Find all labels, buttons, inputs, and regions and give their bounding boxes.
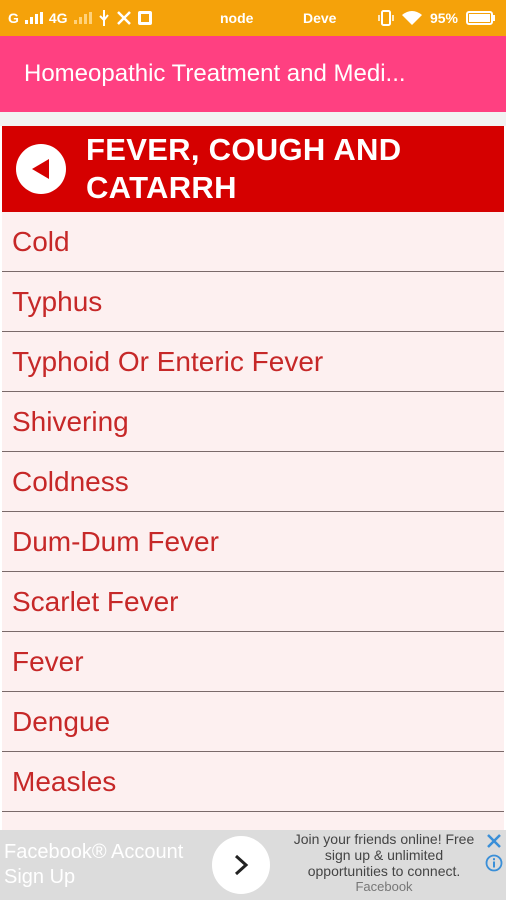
- list-item[interactable]: Typhoid Or Enteric Fever: [2, 332, 504, 392]
- vibrate-icon: [378, 10, 394, 26]
- mode-label: node: [220, 10, 254, 26]
- list-item-label: Measles: [12, 765, 117, 797]
- list-item-label: Cold: [12, 225, 70, 257]
- list-item[interactable]: Dum-Dum Fever: [2, 512, 504, 572]
- category-title: FEVER, COUGH AND CATARRH: [86, 132, 402, 205]
- status-bar: G 4G node Deve 95%: [0, 0, 506, 36]
- status-left: G 4G: [0, 10, 152, 26]
- ad-description[interactable]: Join your friends online! Free sign up &…: [284, 831, 484, 895]
- status-dev: Deve: [303, 0, 336, 36]
- list-item-label: Typhoid Or Enteric Fever: [12, 345, 324, 377]
- battery-percent: 95%: [429, 10, 458, 26]
- list-item-label: Dum-Dum Fever: [12, 525, 219, 557]
- status-mid: node: [220, 0, 253, 36]
- usb-icon: [98, 10, 110, 26]
- ad-headline-line1: Facebook® Account: [4, 841, 184, 863]
- battery-icon: [466, 11, 496, 25]
- list-item[interactable]: Fever: [2, 632, 504, 692]
- category-header: FEVER, COUGH AND CATARRH: [2, 126, 504, 212]
- status-right: 95%: [378, 0, 496, 36]
- list-item[interactable]: Coldness: [2, 452, 504, 512]
- list-item-label: Coldness: [12, 465, 129, 497]
- signal-icon: [24, 12, 43, 24]
- signal-weak-icon: [73, 12, 92, 24]
- ad-desc-line2: sign up & unlimited: [324, 847, 444, 863]
- app-title: Homeopathic Treatment and Medi...: [24, 60, 406, 87]
- tools-icon: [116, 10, 132, 26]
- list-item[interactable]: Dengue: [2, 692, 504, 752]
- ad-desc-line3: opportunities to connect.: [307, 863, 461, 879]
- ad-headline[interactable]: Facebook® Account Sign Up: [4, 840, 183, 890]
- close-icon[interactable]: [485, 832, 503, 850]
- chevron-right-icon: [234, 854, 249, 876]
- list-item-label: Dengue: [12, 705, 111, 737]
- wifi-icon: [401, 11, 422, 25]
- list-item-label: Shivering: [12, 405, 129, 437]
- app-bar-shadow: [0, 112, 506, 126]
- ad-headline-line2: Sign Up: [4, 866, 76, 888]
- list-item[interactable]: Shivering: [2, 392, 504, 452]
- info-icon[interactable]: [485, 854, 503, 872]
- ad-banner[interactable]: Facebook® Account Sign Up Join your frie…: [0, 830, 506, 900]
- app-bar: Homeopathic Treatment and Medi...: [0, 36, 506, 112]
- back-button[interactable]: [16, 144, 66, 194]
- ad-open-button[interactable]: [212, 836, 270, 894]
- topic-list[interactable]: FEVER, COUGH AND CATARRH Cold Typhus Typ…: [2, 126, 504, 830]
- notification-icon: [137, 11, 152, 25]
- list-item[interactable]: Typhus: [2, 272, 504, 332]
- ad-sponsor: Facebook: [355, 879, 413, 894]
- list-item-label: Scarlet Fever: [12, 585, 179, 617]
- list-item[interactable]: Scarlet Fever: [2, 572, 504, 632]
- network-label: 4G: [48, 10, 68, 26]
- ad-desc-line1: Join your friends online! Free: [293, 831, 475, 847]
- list-item[interactable]: Measles: [2, 752, 504, 812]
- carrier-label: G: [8, 10, 19, 26]
- dev-label: Deve: [303, 10, 337, 26]
- list-item-label: Fever: [12, 645, 84, 677]
- list-item[interactable]: Cold: [2, 212, 504, 272]
- back-arrow-icon: [32, 159, 49, 179]
- list-item-label: Typhus: [12, 285, 103, 317]
